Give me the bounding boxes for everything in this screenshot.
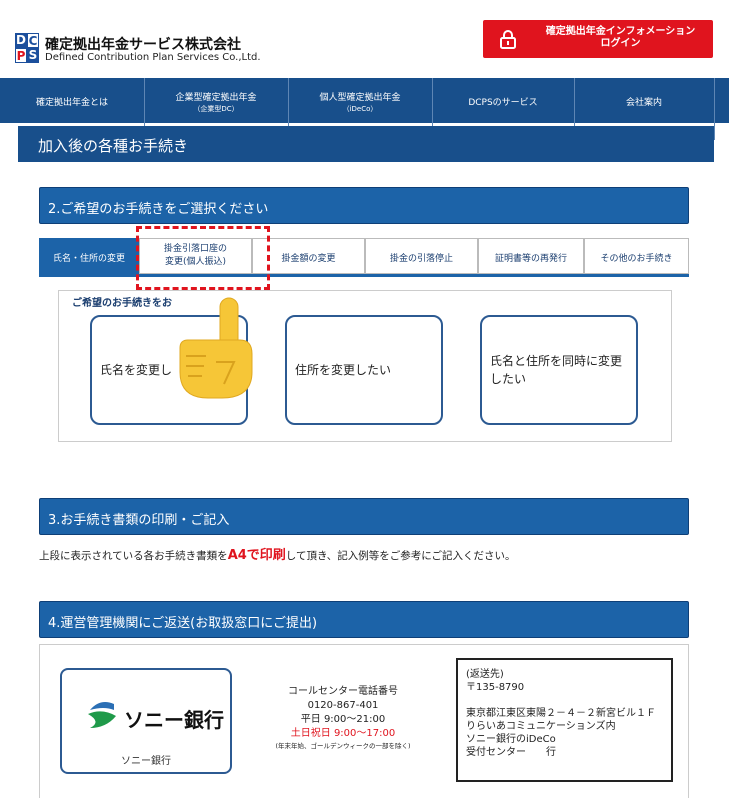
address-line: りらいあコミュニケーションズ内 [466,721,616,732]
nav-label: 確定拠出年金とは [35,98,108,108]
nav-label: DCPSのサービス [468,98,538,108]
section4-header: 4.運営管理機関にご返送(お取扱窓口にご提出) [39,601,689,638]
return-address-box: (返送先) 〒135-8790 東京都江東区東陽２－４－２新宮ビル１Ｆ りらいあ… [456,658,673,782]
section4-title: 4.運営管理機関にご返送(お取扱窓口にご提出) [48,616,318,631]
call-title: コールセンター電話番号 [288,686,398,697]
nav-sublabel: （iDeCo） [342,105,378,113]
highlight-dashed-box [136,226,270,290]
nav-sublabel: （企業型DC） [193,105,239,113]
logo-letter: D [15,33,27,48]
call-weekday-hours: 平日 9:00～21:00 [300,714,386,725]
section3-title: 3.お手続き書類の印刷・ご記入 [48,513,230,528]
sony-bank-logo [84,700,120,734]
address-line: (返送先) [466,669,504,680]
option-change-address[interactable]: 住所を変更したい [285,315,443,425]
dcps-logo[interactable]: D C P S [15,33,39,63]
call-note: (年末年始、ゴールデンウィークの一部を除く) [275,742,411,750]
logo-letter: C [27,33,39,48]
tab-label: 証明書等の再発行 [494,254,567,264]
nav-label: 個人型確定拠出年金 [319,93,401,103]
logo-letter: S [27,48,39,63]
option-label: 住所を変更したい [295,363,392,377]
address-line: 〒135-8790 [466,682,525,693]
global-nav: 確定拠出年金とは 企業型確定拠出年金 （企業型DC） 個人型確定拠出年金 （iD… [0,78,729,140]
tab-name-address[interactable]: 氏名・住所の変更 [39,238,139,274]
call-number: 0120-867-401 [307,700,379,711]
note-text-after: して頂き、記入例等をご参考にご記入ください。 [285,550,516,562]
pointing-hand-icon [172,296,258,404]
login-label-line1: 確定拠出年金インフォメーション [545,26,696,37]
page-title: 加入後の各種お手続き [38,137,189,155]
company-name: 確定拠出年金サービス株式会社 [45,37,241,53]
nav-label: 企業型確定拠出年金 [175,93,257,103]
option-change-both[interactable]: 氏名と住所を同時に変更したい [480,315,638,425]
nav-label: 会社案内 [625,98,662,108]
page-title-bar: 加入後の各種お手続き [18,126,714,162]
login-label-line2: ログイン [600,38,641,49]
tab-other[interactable]: その他のお手続き [584,238,689,274]
note-text: 上段に表示されている各お手続き書類を [39,550,228,562]
logo-letter: P [15,48,27,63]
note-emphasis: A4で印刷 [227,548,286,563]
call-holiday-hours: 土日祝日 9:00～17:00 [290,728,396,739]
lock-icon [499,29,517,53]
address-line: 東京都江東区東陽２－４－２新宮ビル１Ｆ [466,708,656,719]
tab-label: 氏名・住所の変更 [52,254,125,264]
tab-certificate-reissue[interactable]: 証明書等の再発行 [478,238,584,274]
address-line [466,694,663,707]
address-line: ソニー銀行のiDeCo [466,734,556,745]
section2-title: 2.ご希望のお手続きをご選択ください [48,202,269,217]
site-header: D C P S 確定拠出年金サービス株式会社 Defined Contribut… [0,0,729,78]
bank-card-sony[interactable]: ソニー銀行 ソニー銀行 [60,668,232,774]
section3-header: 3.お手続き書類の印刷・ご記入 [39,498,689,535]
company-name-en: Defined Contribution Plan Services Co.,L… [45,52,261,63]
print-instruction: 上段に表示されている各お手続き書類をA4で印刷して頂き、記入例等をご参考にご記入… [39,544,516,563]
option-label: 氏名と住所を同時に変更したい [490,354,623,386]
address-line: 受付センター 行 [466,747,556,758]
tab-debit-stop[interactable]: 掛金の引落停止 [365,238,478,274]
bank-name: ソニー銀行 [121,756,171,767]
call-center-info: コールセンター電話番号 0120-867-401 平日 9:00～21:00 土… [258,685,428,751]
options-caption: ご希望のお手続きをお [72,298,172,309]
tab-label: その他のお手続き [600,254,673,264]
tab-label: 掛金の引落停止 [389,254,453,264]
section2-header: 2.ご希望のお手続きをご選択ください [39,187,689,224]
login-button[interactable]: 確定拠出年金インフォメーション ログイン [483,20,713,58]
bank-logo-text: ソニー銀行 [124,708,224,732]
